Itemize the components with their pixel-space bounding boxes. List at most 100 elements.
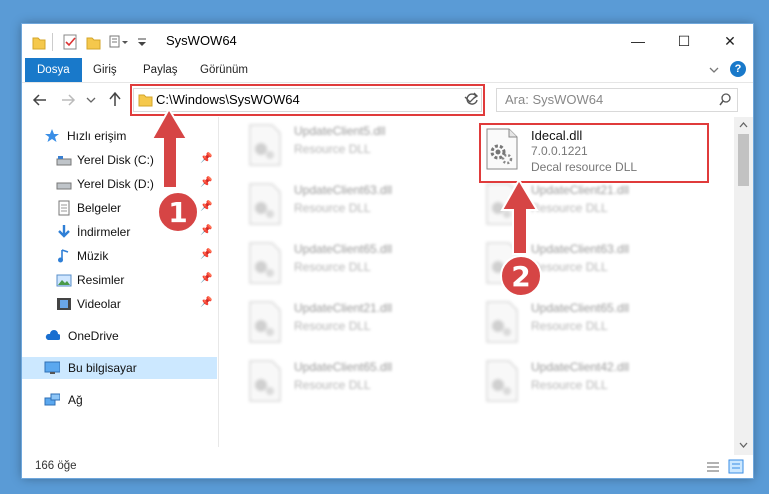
ribbon-tabs: Dosya Giriş Paylaş Görünüm ? [22, 58, 753, 83]
download-icon [58, 225, 70, 238]
file-description: Resource DLL [531, 378, 608, 392]
forward-arrow-icon[interactable] [60, 93, 76, 107]
file-description: Resource DLL [531, 260, 608, 274]
dll-file-icon [249, 360, 281, 402]
vertical-scrollbar[interactable] [734, 117, 753, 455]
window-title: SysWOW64 [166, 33, 237, 48]
dll-file-icon [249, 301, 281, 343]
pin-icon[interactable]: 📌 [200, 177, 212, 188]
nav-label: Belgeler [77, 201, 122, 215]
nav-item-local-disk-c[interactable]: Yerel Disk (C:) 📌 [22, 149, 217, 171]
nav-item-local-disk-d[interactable]: Yerel Disk (D:) 📌 [22, 173, 217, 195]
details-view-icon[interactable] [705, 460, 721, 474]
nav-label: Yerel Disk (D:) [77, 177, 154, 191]
file-name: UpdateClient42.dll [531, 360, 630, 374]
dll-file-icon [249, 124, 281, 166]
pin-icon[interactable]: 📌 [200, 153, 212, 164]
file-name: UpdateClient21.dll [531, 183, 630, 197]
status-bar: 166 öğe [22, 455, 753, 478]
nav-quick-access[interactable]: Hızlı erişim [22, 125, 217, 147]
drive-icon [56, 156, 72, 166]
view-options-icon[interactable] [108, 33, 130, 51]
minimize-button[interactable]: — [615, 24, 661, 58]
pin-icon[interactable]: 📌 [200, 273, 212, 284]
file-name: UpdateClient5.dll [294, 124, 386, 138]
explorer-window: SysWOW64 — ☐ ✕ Dosya Giriş Paylaş Görünü… [22, 24, 753, 478]
pin-icon[interactable]: 📌 [200, 201, 212, 212]
dll-file-icon [249, 242, 281, 284]
nav-item-pictures[interactable]: Resimler 📌 [22, 269, 217, 291]
documents-icon [58, 200, 70, 216]
search-icon[interactable] [719, 93, 732, 106]
nav-label: Hızlı erişim [67, 129, 127, 143]
nav-label: Müzik [77, 249, 109, 263]
nav-onedrive[interactable]: OneDrive [22, 325, 217, 347]
recent-locations-icon[interactable] [86, 95, 96, 105]
file-item[interactable]: UpdateClient65.dll Resource DLL [246, 357, 476, 409]
title-bar: SysWOW64 — ☐ ✕ [22, 24, 753, 58]
nav-label: OneDrive [68, 329, 119, 343]
tab-gorunum[interactable]: Görünüm [200, 58, 248, 82]
file-description: Resource DLL [294, 378, 371, 392]
file-name: UpdateClient65.dll [294, 242, 393, 256]
search-input[interactable]: Ara: SysWOW64 [496, 88, 738, 112]
help-button[interactable]: ? [730, 61, 746, 77]
music-icon [58, 249, 69, 263]
file-description: Resource DLL [294, 260, 371, 274]
dll-file-icon [486, 183, 518, 225]
dll-file-icon [486, 360, 518, 402]
file-description: Resource DLL [531, 201, 608, 215]
nav-item-videos[interactable]: Videolar 📌 [22, 293, 217, 315]
file-item[interactable]: UpdateClient21.dll Resource DLL [483, 180, 713, 232]
folder-icon [32, 37, 46, 50]
file-description: Resource DLL [294, 319, 371, 333]
pictures-icon [56, 274, 72, 287]
new-folder-icon[interactable] [86, 33, 102, 51]
file-item[interactable]: UpdateClient65.dll Resource DLL [246, 239, 476, 291]
network-icon [44, 393, 60, 406]
up-arrow-icon[interactable] [108, 91, 122, 107]
tiles-view-icon[interactable] [728, 459, 744, 474]
close-button[interactable]: ✕ [707, 24, 753, 58]
tab-giris[interactable]: Giriş [93, 58, 117, 82]
maximize-button[interactable]: ☐ [661, 24, 707, 58]
nav-label: Videolar [77, 297, 121, 311]
nav-this-pc[interactable]: Bu bilgisayar [22, 357, 217, 379]
nav-label: Yerel Disk (C:) [77, 153, 154, 167]
pin-icon[interactable]: 📌 [200, 297, 212, 308]
file-description: Resource DLL [294, 201, 371, 215]
search-placeholder: Ara: SysWOW64 [505, 92, 604, 107]
dll-file-icon [249, 183, 281, 225]
tab-paylas[interactable]: Paylaş [143, 58, 178, 82]
tab-dosya[interactable]: Dosya [25, 58, 82, 82]
file-highlight-box [479, 123, 709, 183]
nav-label: Bu bilgisayar [68, 361, 137, 375]
videos-icon [57, 298, 71, 310]
scroll-down-icon[interactable] [739, 441, 748, 449]
expand-ribbon-icon[interactable] [708, 64, 720, 76]
file-description: Resource DLL [531, 319, 608, 333]
scrollbar-thumb[interactable] [738, 134, 749, 186]
back-arrow-icon[interactable] [32, 93, 48, 107]
pin-icon[interactable]: 📌 [200, 249, 212, 260]
nav-network[interactable]: Ağ [22, 389, 217, 411]
file-item[interactable]: UpdateClient42.dll Resource DLL [483, 357, 713, 409]
item-count: 166 öğe [35, 460, 77, 472]
pin-icon[interactable]: 📌 [200, 225, 212, 236]
customize-toolbar-icon[interactable] [136, 33, 148, 51]
file-description: Resource DLL [294, 142, 371, 156]
file-name: UpdateClient63.dll [294, 183, 393, 197]
file-item[interactable]: UpdateClient21.dll Resource DLL [246, 298, 476, 350]
file-item[interactable]: UpdateClient63.dll Resource DLL [246, 180, 476, 232]
nav-item-music[interactable]: Müzik 📌 [22, 245, 217, 267]
dll-file-icon [486, 301, 518, 343]
properties-icon[interactable] [62, 33, 78, 51]
scroll-up-icon[interactable] [739, 121, 748, 129]
separator [52, 33, 53, 51]
file-item[interactable]: UpdateClient5.dll Resource DLL [246, 121, 476, 173]
address-row: C:\Windows\SysWOW64 Ara: SysWOW64 [22, 83, 753, 117]
nav-label: Ağ [68, 393, 83, 407]
file-item[interactable]: UpdateClient65.dll Resource DLL [483, 298, 713, 350]
step-1-number: 1 [168, 196, 188, 229]
nav-label: Resimler [77, 273, 125, 287]
